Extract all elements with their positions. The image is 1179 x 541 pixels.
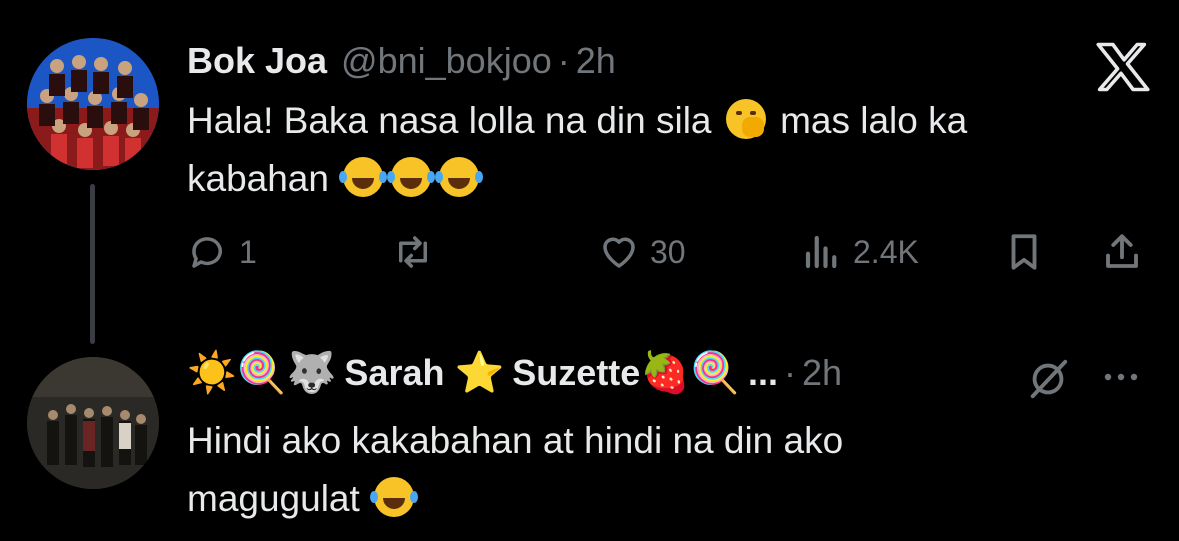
rofl-emoji-icon (387, 157, 432, 197)
view-count: 2.4K (853, 233, 919, 270)
avatar-image (27, 357, 159, 489)
retweet-icon (399, 236, 427, 268)
tweet1-text-line1a: Hala! Baka nasa lolla na din sila (187, 100, 712, 141)
retweet-button[interactable] (392, 231, 434, 273)
avatar-bok-joa[interactable] (27, 38, 159, 170)
thread-connector-line (90, 184, 95, 344)
bookmark-button[interactable] (1003, 231, 1045, 273)
tweet2-separator: · (783, 352, 796, 393)
name-prefix-emoji: ☀️🍭🐺 (187, 351, 337, 395)
share-icon (1106, 234, 1138, 268)
views-button[interactable]: 2.4K (801, 231, 919, 273)
avatar-sarah-suzette[interactable] (27, 357, 159, 489)
tweet1-display-name[interactable]: Bok Joa (187, 40, 327, 82)
reply-icon (192, 237, 222, 268)
views-icon (805, 235, 837, 269)
x-logo-icon[interactable] (1096, 42, 1150, 92)
tweet1-text-line1b: mas lalo ka (780, 100, 968, 141)
heart-icon (603, 237, 635, 268)
reply-count: 1 (239, 233, 257, 270)
tweet1-header: Bok Joa @bni_bokjoo · 2h (187, 40, 616, 82)
tweet2-text: Hindi ako kakabahan at hindi na din ako … (187, 412, 1147, 528)
tweet2-display-name-part1[interactable]: Sarah (344, 352, 444, 394)
tweet1-handle[interactable]: @bni_bokjoo (341, 40, 552, 82)
hand-over-mouth-emoji-icon (725, 99, 766, 139)
tweet1-text: Hala! Baka nasa lolla na din sila mas la… (187, 92, 1147, 208)
tweet2-header: ☀️🍭🐺 Sarah ⭐ Suzette 🍓🍭 ... · 2h (187, 352, 842, 394)
rofl-emoji-icon (339, 157, 384, 197)
name-suffix-emoji: 🍓🍭 (640, 351, 740, 395)
name-ellipsis: ... (747, 352, 778, 393)
tweet2-text-line1: Hindi ako kakabahan at hindi na din ako (187, 420, 844, 461)
tweet1-separator: · (557, 40, 570, 81)
tweet1-text-line2: kabahan (187, 158, 329, 199)
reply-button[interactable]: 1 (187, 231, 257, 273)
rofl-emoji-icon (435, 157, 480, 197)
star-emoji: ⭐ (454, 351, 505, 395)
tweet2-text-line2: magugulat (187, 478, 360, 519)
bookmark-icon (1011, 234, 1037, 270)
avatar-image (27, 38, 159, 170)
like-button[interactable]: 30 (598, 231, 686, 273)
joy-emoji-icon (370, 477, 415, 517)
tweet2-timestamp[interactable]: 2h (802, 352, 842, 394)
share-button[interactable] (1101, 231, 1143, 273)
like-count: 30 (650, 233, 686, 270)
tweet1-timestamp[interactable]: 2h (576, 40, 616, 82)
grok-icon[interactable] (1025, 356, 1071, 402)
tweet2-display-name-part2[interactable]: Suzette (512, 352, 640, 394)
more-icon[interactable] (1099, 362, 1143, 392)
tweet1-action-bar: 1 30 2.4K (187, 231, 1147, 281)
